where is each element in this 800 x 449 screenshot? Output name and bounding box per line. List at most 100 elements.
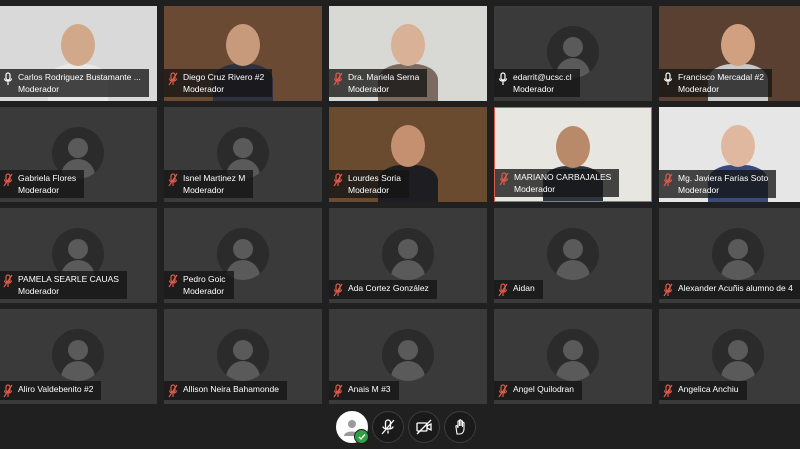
participant-name: Diego Cruz Rivero #2	[183, 72, 265, 82]
mic-muted-icon	[168, 274, 178, 288]
participant-label: Pedro Goic Moderador	[164, 271, 234, 299]
participant-label: Anais M #3	[329, 381, 399, 400]
avatar	[382, 228, 434, 280]
mic-icon	[498, 72, 508, 86]
participant-role: Moderador	[183, 84, 225, 94]
participant-label: MARIANO CARBAJALES Moderador	[495, 169, 620, 197]
participant-label: Diego Cruz Rivero #2 Moderador	[164, 69, 273, 97]
mic-muted-icon	[3, 384, 13, 398]
participant-tile[interactable]: Lourdes Soria Moderador	[329, 107, 487, 202]
participant-name: Pedro Goic	[183, 274, 226, 284]
participant-name: Dra. Mariela Serna	[348, 72, 420, 82]
participant-tile[interactable]: Allison Neira Bahamonde	[164, 309, 322, 404]
participant-tile[interactable]: Angel Quilodran	[494, 309, 652, 404]
participant-tile[interactable]: edarrit@ucsc.cl Moderador	[494, 6, 652, 101]
participant-label: Ada Cortez González	[329, 280, 437, 299]
participant-tile[interactable]: Alexander Acuñis alumno de 4	[659, 208, 800, 303]
participant-name: Francisco Mercadal #2	[678, 72, 764, 82]
mic-muted-icon	[498, 384, 508, 398]
participant-tile[interactable]: Dra. Mariela Serna Moderador	[329, 6, 487, 101]
mic-muted-icon	[168, 173, 178, 187]
participant-name: PAMELA SEARLE CAUAS	[18, 274, 119, 284]
participant-name: Lourdes Soria	[348, 173, 401, 183]
camera-off-icon	[416, 419, 432, 435]
participant-tile[interactable]: Angelica Anchiu	[659, 309, 800, 404]
mic-muted-icon	[498, 283, 508, 297]
participant-label: Lourdes Soria Moderador	[329, 170, 409, 198]
participant-label: Angelica Anchiu	[659, 381, 747, 400]
participant-role: Moderador	[678, 84, 720, 94]
participant-role: Moderador	[678, 185, 720, 195]
participant-tile[interactable]: Aliro Valdebenito #2	[0, 309, 157, 404]
participant-tile[interactable]: Ada Cortez González	[329, 208, 487, 303]
mic-muted-icon	[663, 384, 673, 398]
participant-role: Moderador	[183, 286, 225, 296]
participant-role: Moderador	[18, 286, 60, 296]
participant-tile[interactable]: Pedro Goic Moderador	[164, 208, 322, 303]
mic-muted-icon	[663, 173, 673, 187]
participant-label: Gabriela Flores Moderador	[0, 170, 85, 198]
participant-label: Carlos Rodriguez Bustamante ... Moderador	[0, 69, 149, 97]
raise-hand-button[interactable]	[444, 411, 476, 443]
mic-muted-icon	[3, 173, 13, 187]
participant-name: Alexander Acuñis alumno de 4	[678, 283, 793, 293]
participant-name: Gabriela Flores	[18, 173, 77, 183]
participant-name: Aliro Valdebenito #2	[18, 384, 94, 394]
participant-name: Aidan	[513, 283, 535, 293]
avatar	[712, 228, 764, 280]
participant-label: Dra. Mariela Serna Moderador	[329, 69, 428, 97]
participant-name: edarrit@ucsc.cl	[513, 72, 572, 82]
participant-label: Aidan	[494, 280, 543, 299]
call-toolbar	[336, 411, 476, 444]
participant-label: Allison Neira Bahamonde	[164, 381, 287, 400]
mic-muted-icon	[168, 384, 178, 398]
participant-tile[interactable]: Gabriela Flores Moderador	[0, 107, 157, 202]
participant-tile[interactable]: Carlos Rodriguez Bustamante ... Moderador	[0, 6, 157, 101]
mic-muted-icon	[333, 283, 343, 297]
participant-role: Moderador	[348, 185, 390, 195]
participant-role: Moderador	[513, 84, 555, 94]
mic-muted-icon	[168, 72, 178, 86]
participant-label: Aliro Valdebenito #2	[0, 381, 102, 400]
avatar	[382, 329, 434, 381]
participant-role: Moderador	[183, 185, 225, 195]
participant-tile[interactable]: MARIANO CARBAJALES Moderador	[494, 107, 652, 202]
participant-grid: Carlos Rodriguez Bustamante ... Moderador…	[0, 6, 800, 406]
participant-tile[interactable]: Aidan	[494, 208, 652, 303]
participant-label: Isnel Martinez M Moderador	[164, 170, 254, 198]
mic-icon	[3, 72, 13, 86]
participant-role: Moderador	[18, 185, 60, 195]
participant-name: Carlos Rodriguez Bustamante ...	[18, 72, 141, 82]
participant-label: Mg. Javiera Farías Soto Moderador	[659, 170, 777, 198]
avatar	[547, 329, 599, 381]
participant-tile[interactable]: PAMELA SEARLE CAUAS Moderador	[0, 208, 157, 303]
participant-name: MARIANO CARBAJALES	[514, 172, 612, 182]
hand-icon	[455, 419, 465, 435]
participant-label: PAMELA SEARLE CAUAS Moderador	[0, 271, 127, 299]
user-status-button[interactable]	[336, 411, 369, 444]
participant-name: Ada Cortez González	[348, 283, 429, 293]
participant-tile[interactable]: Francisco Mercadal #2 Moderador	[659, 6, 800, 101]
participant-role: Moderador	[348, 84, 390, 94]
avatar	[712, 329, 764, 381]
participant-label: Alexander Acuñis alumno de 4	[659, 280, 800, 299]
participant-role: Moderador	[514, 184, 556, 194]
participant-tile[interactable]: Anais M #3	[329, 309, 487, 404]
participant-tile[interactable]: Mg. Javiera Farías Soto Moderador	[659, 107, 800, 202]
participant-label: Angel Quilodran	[494, 381, 582, 400]
participant-tile[interactable]: Diego Cruz Rivero #2 Moderador	[164, 6, 322, 101]
avatar	[52, 329, 104, 381]
participant-name: Isnel Martinez M	[183, 173, 246, 183]
avatar	[547, 228, 599, 280]
avatar	[217, 329, 269, 381]
mic-muted-icon	[333, 173, 343, 187]
participant-name: Allison Neira Bahamonde	[183, 384, 279, 394]
participant-tile[interactable]: Isnel Martinez M Moderador	[164, 107, 322, 202]
participant-name: Mg. Javiera Farías Soto	[678, 173, 769, 183]
mute-mic-button[interactable]	[372, 411, 404, 443]
mic-muted-icon	[333, 72, 343, 86]
camera-off-button[interactable]	[408, 411, 440, 443]
participant-label: edarrit@ucsc.cl Moderador	[494, 69, 580, 97]
mic-icon	[663, 72, 673, 86]
participant-role: Moderador	[18, 84, 60, 94]
